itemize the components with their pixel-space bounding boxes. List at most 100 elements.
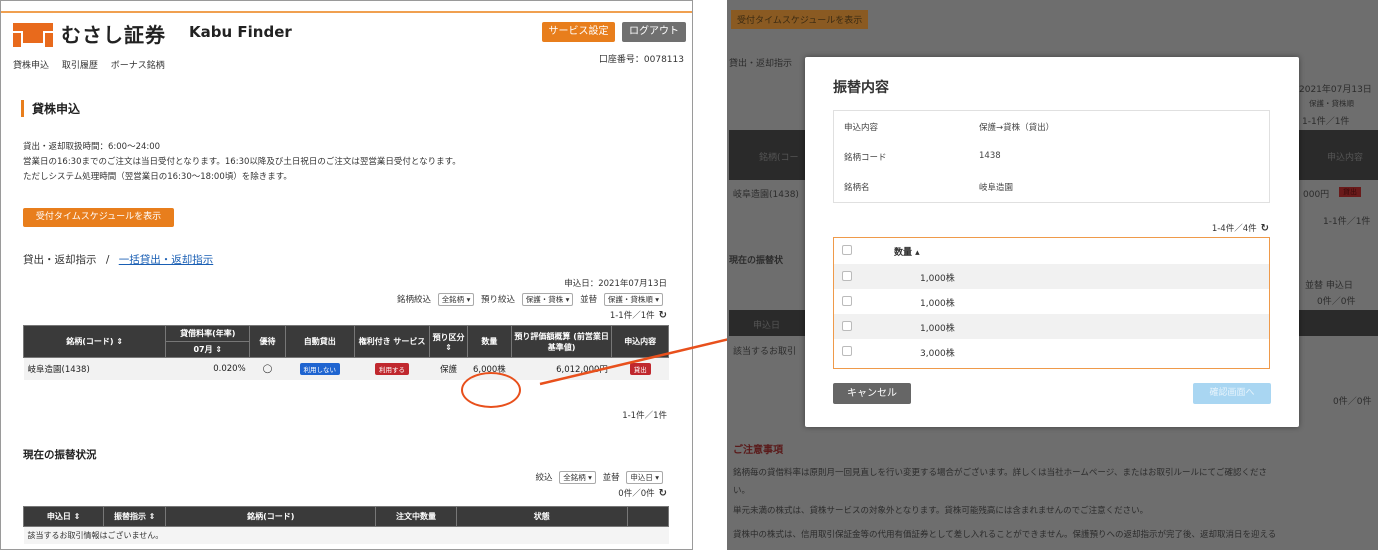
detail-box: 申込内容 保護→貸株（貸出） 銘柄コード 1438 銘柄名 岐阜造園 bbox=[833, 110, 1270, 203]
qty-row: 1,000株 bbox=[834, 314, 1269, 339]
select-all-checkbox[interactable] bbox=[842, 245, 852, 255]
quantity-list: 数量 ▴ 1,000株 1,000株 1,000株 3,000株 bbox=[833, 237, 1270, 369]
empty-message: 該当するお取引情報はございません。 bbox=[23, 526, 669, 544]
col-rate: 貸借料率(年率) bbox=[165, 325, 251, 342]
qty-checkbox[interactable] bbox=[842, 271, 852, 281]
confirm-button[interactable]: 確認画面へ bbox=[1193, 383, 1271, 404]
col-auto: 自動貸出 bbox=[284, 325, 355, 358]
nav-bonus[interactable]: ボーナス銘柄 bbox=[111, 61, 165, 71]
col-rate-month[interactable]: 07月 ⇕ bbox=[165, 341, 251, 358]
qty-checkbox[interactable] bbox=[842, 296, 852, 306]
qty-row: 1,000株 bbox=[834, 264, 1269, 289]
detail-value: 保護→貸株（貸出） bbox=[979, 123, 1055, 133]
auto-lend-button[interactable]: 利用しない bbox=[299, 362, 341, 375]
subhead-text: 貸出・返却指示 bbox=[23, 254, 97, 266]
schedule-button[interactable]: 受付タイムスケジュールを表示 bbox=[23, 208, 174, 227]
col2-date[interactable]: 申込日 ⇕ bbox=[22, 506, 105, 527]
left-screen: むさし証券 Kabu Finder サービス設定 ログアウト 貸株申込 取引履歴… bbox=[0, 0, 693, 550]
bg-row-value: 000円 bbox=[1303, 190, 1330, 200]
musashi-logo-icon bbox=[13, 23, 53, 47]
refresh-icon-2[interactable]: ↻ bbox=[659, 488, 667, 499]
col-rights: 権利付き サービス bbox=[353, 325, 431, 358]
nav-history[interactable]: 取引履歴 bbox=[62, 61, 98, 71]
bg-empty: 該当するお取引 bbox=[733, 347, 797, 357]
transfer-status-heading: 現在の振替状況 bbox=[23, 449, 97, 461]
detail-value: 1438 bbox=[979, 151, 1001, 161]
detail-key: 銘柄名 bbox=[844, 183, 870, 193]
col2-extra bbox=[626, 506, 670, 527]
table-row: 岐阜造園(1438) 0.020% ◯ 利用しない 利用する 保護 6,000株… bbox=[23, 357, 669, 380]
qty-row: 3,000株 bbox=[834, 339, 1269, 364]
apply-date: 申込日：2021年07月13日 bbox=[564, 279, 667, 289]
qty-checkbox[interactable] bbox=[842, 346, 852, 356]
bg-col-name: 銘柄(コー bbox=[759, 153, 799, 163]
brand-name: むさし証券 bbox=[61, 23, 166, 47]
detail-key: 銘柄コード bbox=[844, 153, 887, 163]
cell-kubun: 保護 bbox=[429, 357, 468, 380]
refresh-icon-modal[interactable]: ↻ bbox=[1261, 223, 1269, 234]
bg-notice-1: 銘柄毎の貸借料率は原則月一回見直しを行い変更する場合がございます。詳しくは当社ホ… bbox=[733, 468, 1267, 478]
qty-header[interactable]: 数量 ▴ bbox=[894, 245, 920, 258]
bg-col2: 申込日 bbox=[753, 321, 781, 331]
count-top: 1-1件／1件 ↻ bbox=[609, 310, 667, 321]
nav-lending-apply[interactable]: 貸株申込 bbox=[13, 61, 49, 71]
col-value: 預り評価額概算 (前営業日基準値) bbox=[510, 325, 613, 358]
sort-label: 並替 bbox=[580, 295, 598, 305]
sort-select[interactable]: 保護・貸株順 ▾ bbox=[603, 293, 663, 306]
col2-instruction[interactable]: 振替指示 ⇕ bbox=[103, 506, 167, 527]
subhead: 貸出・返却指示 / 一括貸出・返却指示 bbox=[23, 252, 213, 267]
transfer-detail-modal: 振替内容 申込内容 保護→貸株（貸出） 銘柄コード 1438 銘柄名 岐阜造園 … bbox=[805, 57, 1299, 427]
sort2-select[interactable]: 申込日 ▾ bbox=[626, 471, 663, 484]
bg-date: 2021年07月13日 bbox=[1299, 85, 1372, 95]
col-apply: 申込内容 bbox=[611, 325, 669, 358]
filter2-label: 絞込 bbox=[535, 473, 553, 483]
bg-notice-2: い。 bbox=[733, 486, 751, 496]
bg-sort: 並替 申込日 bbox=[1305, 281, 1353, 291]
detail-key: 申込内容 bbox=[844, 123, 879, 133]
qty-value: 1,000株 bbox=[920, 324, 955, 334]
count2: 0件／0件 ↻ bbox=[618, 488, 667, 499]
sort2-label: 並替 bbox=[602, 473, 620, 483]
logout-button[interactable]: ログアウト bbox=[622, 22, 686, 42]
col-stock[interactable]: 銘柄(コード) ⇕ bbox=[22, 325, 167, 358]
stock-filter-select[interactable]: 全銘柄 ▾ bbox=[437, 293, 475, 306]
col-kubun[interactable]: 預り区分 ⇕ bbox=[429, 325, 468, 358]
bg-notice-title: ご注意事項 bbox=[733, 445, 783, 456]
info-line-1: 貸出・返却取扱時間：6:00〜24:00 bbox=[23, 142, 161, 152]
app-name: Kabu Finder bbox=[189, 23, 292, 41]
qty-checkbox[interactable] bbox=[842, 321, 852, 331]
bg-apply-chip: 貸出 bbox=[1339, 187, 1361, 197]
subhead-separator: / bbox=[105, 254, 110, 266]
refresh-icon[interactable]: ↻ bbox=[659, 310, 667, 321]
bg-count3: 0件／0件 bbox=[1333, 397, 1372, 407]
modal-title: 振替内容 bbox=[833, 80, 889, 96]
bg-col-apply: 申込内容 bbox=[1327, 153, 1364, 163]
account-number: 口座番号：0078113 bbox=[598, 55, 684, 65]
filter-bar-2: 絞込 全銘柄 ▾ 並替 申込日 ▾ bbox=[536, 471, 667, 484]
qty-value: 3,000株 bbox=[920, 349, 955, 359]
filter2-select[interactable]: 全銘柄 ▾ bbox=[559, 471, 596, 484]
filter-label-deposit: 預り絞込 bbox=[481, 295, 516, 305]
col-yutai: 優待 bbox=[249, 325, 286, 358]
bg-subhead: 貸出・返却指示 bbox=[729, 59, 793, 69]
top-accent-line bbox=[1, 11, 692, 13]
page-title: 貸株申込 bbox=[21, 100, 80, 117]
cancel-button[interactable]: キャンセル bbox=[833, 383, 911, 404]
deposit-filter-select[interactable]: 保護・貸株 ▾ bbox=[521, 293, 574, 306]
service-settings-button[interactable]: サービス設定 bbox=[542, 22, 615, 42]
table-row: 該当するお取引情報はございません。 bbox=[23, 526, 669, 544]
qty-header-row: 数量 ▴ bbox=[834, 238, 1269, 263]
rights-service-button[interactable]: 利用する bbox=[375, 362, 410, 375]
bg-filter: 保護・貸株順 bbox=[1309, 99, 1354, 108]
bg-notice-3: 単元未満の株式は、貸株サービスの対象外となります。貸株可能残高には含まれませんの… bbox=[733, 506, 1149, 516]
lend-apply-button[interactable]: 貸出 bbox=[629, 362, 651, 375]
cell-rate: 0.020% bbox=[165, 357, 250, 380]
quantity-highlight-circle bbox=[461, 372, 521, 408]
bulk-instruction-link[interactable]: 一括貸出・返却指示 bbox=[119, 254, 214, 266]
col-qty: 数量 bbox=[466, 325, 512, 358]
qty-row: 1,000株 bbox=[834, 289, 1269, 314]
bg-count-b: 1-1件／1件 bbox=[1323, 217, 1371, 227]
detail-row-name: 銘柄名 岐阜造園 bbox=[834, 171, 1269, 201]
info-line-2: 営業日の16:30までのご注文は当日受付となります。16:30以降及び土日祝日の… bbox=[23, 157, 461, 167]
filter-bar: 銘柄絞込 全銘柄 ▾ 預り絞込 保護・貸株 ▾ 並替 保護・貸株順 ▾ bbox=[397, 293, 667, 306]
